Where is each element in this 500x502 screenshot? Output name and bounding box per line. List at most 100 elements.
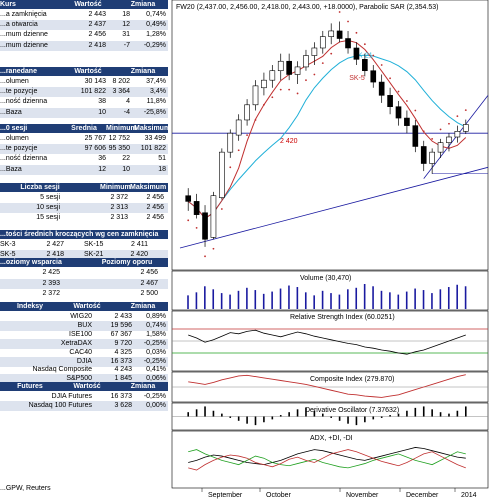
derivative-bar bbox=[254, 416, 257, 426]
fut2-cell: Nasdaq 100 Futures bbox=[28, 401, 92, 409]
indices-cell: 67 367 bbox=[110, 330, 132, 338]
indices-cell: 4 325 bbox=[114, 348, 132, 356]
parabolic-sar-dot bbox=[187, 219, 190, 222]
volume-bar bbox=[313, 295, 315, 309]
volume-title: Volume (30,470) bbox=[300, 275, 351, 282]
sessions-cell: 22 bbox=[122, 155, 130, 163]
volume-bar bbox=[220, 293, 223, 309]
candle-body bbox=[462, 124, 469, 132]
volume-bar bbox=[271, 291, 273, 309]
sessions-row: ...olumen 25 767 12 752 33 499 bbox=[0, 134, 168, 144]
candle-body bbox=[420, 146, 427, 164]
sessions-cell: 97 606 bbox=[84, 145, 106, 153]
sessions-cell: 95 350 bbox=[108, 145, 130, 153]
stats-cell: 2 456 bbox=[88, 31, 106, 39]
ranges-cell: 15 sesji bbox=[36, 214, 60, 222]
ranges-cell: 5 sesji bbox=[40, 194, 60, 201]
sessions-cell: 18 bbox=[158, 165, 166, 173]
candle-body bbox=[193, 201, 200, 215]
volume-bar bbox=[380, 290, 383, 309]
derivative-bar bbox=[229, 416, 232, 418]
parabolic-sar-dot bbox=[229, 166, 232, 169]
sessions-cell: ...Baza bbox=[0, 165, 22, 173]
derivative-bar bbox=[321, 413, 324, 417]
fut2-table-header: Futures Wartość Zmiana bbox=[0, 382, 168, 391]
derivative-bar bbox=[279, 415, 282, 417]
sessions-header-cell: Średnia bbox=[71, 125, 97, 132]
ma-cell: 2 427 bbox=[46, 241, 64, 248]
futures-header-cell: Zmiana bbox=[130, 68, 156, 75]
parabolic-sar-dot bbox=[422, 130, 425, 133]
parabolic-sar-dot bbox=[380, 64, 383, 66]
candle-body bbox=[387, 95, 393, 107]
sessions-cell: 101 822 bbox=[140, 145, 166, 153]
volume-bar bbox=[456, 284, 458, 309]
parabolic-sar-dot bbox=[263, 103, 265, 106]
stats-cell: ...a otwarcia bbox=[0, 21, 38, 29]
sessions-header-cell: Minimum bbox=[106, 125, 137, 132]
sessions-cell: 36 bbox=[98, 155, 106, 163]
stats-table-header: Kurs Wartość Zmiana bbox=[0, 0, 168, 9]
stats-cell: ...a zamknięcia bbox=[0, 11, 47, 18]
sessions-row: ...Baza 12 10 18 bbox=[0, 164, 168, 175]
parabolic-sar-dot bbox=[204, 255, 206, 258]
volume-bar bbox=[372, 286, 374, 309]
chart-area: FW20 (2,437.00, 2,456.00, 2,418.00, 2,44… bbox=[170, 0, 500, 500]
fut2-header-cell: Zmiana bbox=[130, 383, 156, 390]
futures-table-header: ...ranedane Wartość Zmiana bbox=[0, 67, 168, 76]
sk5-label: SK-5 bbox=[349, 75, 365, 82]
indices-cell: DJIA bbox=[76, 357, 92, 365]
futures-row: ...te pozycje 101 822 3 364 3,4% bbox=[0, 87, 168, 98]
candle-body bbox=[454, 131, 461, 138]
derivative-bar bbox=[406, 410, 408, 417]
futures-cell: 4 bbox=[126, 98, 130, 106]
volume-bar bbox=[464, 286, 467, 309]
candle-body bbox=[286, 60, 292, 75]
indices-cell: ISE100 bbox=[69, 330, 92, 338]
derivative-bar bbox=[246, 416, 248, 424]
sessions-cell: 10 bbox=[122, 165, 130, 173]
indices-cell: 1,58% bbox=[146, 330, 166, 338]
x-axis-label: October bbox=[266, 492, 292, 499]
parabolic-sar-dot bbox=[414, 109, 417, 112]
parabolic-sar-dot bbox=[406, 100, 408, 102]
ranges-cell: 2 313 bbox=[110, 204, 128, 212]
parabolic-sar-dot bbox=[363, 43, 366, 46]
sessions-row: ...ność dzienna 36 22 51 bbox=[0, 154, 168, 164]
parabolic-sar-dot bbox=[456, 115, 459, 118]
levels-cell: 2 500 bbox=[140, 290, 158, 297]
futures-cell: -4 bbox=[123, 108, 130, 116]
futures-cell: 3,4% bbox=[150, 88, 166, 96]
futures-cell: ...te pozycje bbox=[0, 88, 38, 96]
candle-body bbox=[429, 151, 435, 164]
ranges-cell: 2 313 bbox=[110, 214, 128, 222]
derivative-bar bbox=[397, 413, 400, 417]
candle-body bbox=[235, 119, 242, 136]
derivative-bar bbox=[237, 416, 240, 421]
panel-frame-0 bbox=[171, 0, 489, 271]
volume-bar bbox=[321, 290, 324, 309]
parabolic-sar-dot bbox=[296, 92, 299, 95]
candle-body bbox=[353, 47, 360, 60]
sessions-cell: ...olumen bbox=[0, 135, 29, 142]
fut2-cell: DJIA Futures bbox=[51, 393, 92, 400]
derivative-bar bbox=[330, 416, 333, 418]
fut2-cell: 16 373 bbox=[110, 393, 132, 400]
sessions-header-cell: Maksimum bbox=[134, 125, 168, 132]
parabolic-sar-dot bbox=[355, 31, 358, 34]
futures-row: ...ność dzienna 38 4 11,8% bbox=[0, 97, 168, 107]
source-footer: ...GPW, Reuters bbox=[0, 485, 51, 492]
x-axis-label: November bbox=[346, 492, 379, 499]
indices-header-cell: Indeksy bbox=[16, 303, 44, 310]
candle-body bbox=[185, 195, 192, 202]
volume-bar bbox=[237, 290, 240, 309]
ma-cell: 2 411 bbox=[131, 241, 148, 248]
derivative-bar bbox=[431, 409, 433, 417]
fut2-cell: -0,25% bbox=[143, 393, 166, 400]
levels-cell: 2 467 bbox=[140, 279, 158, 287]
indices-cell: 0,74% bbox=[146, 321, 166, 329]
parabolic-sar-dot bbox=[338, 11, 341, 13]
futures-cell: 10 bbox=[98, 108, 106, 116]
levels-row: 2 425 2 456 bbox=[0, 268, 168, 278]
stats-cell: 1,28% bbox=[146, 31, 166, 39]
